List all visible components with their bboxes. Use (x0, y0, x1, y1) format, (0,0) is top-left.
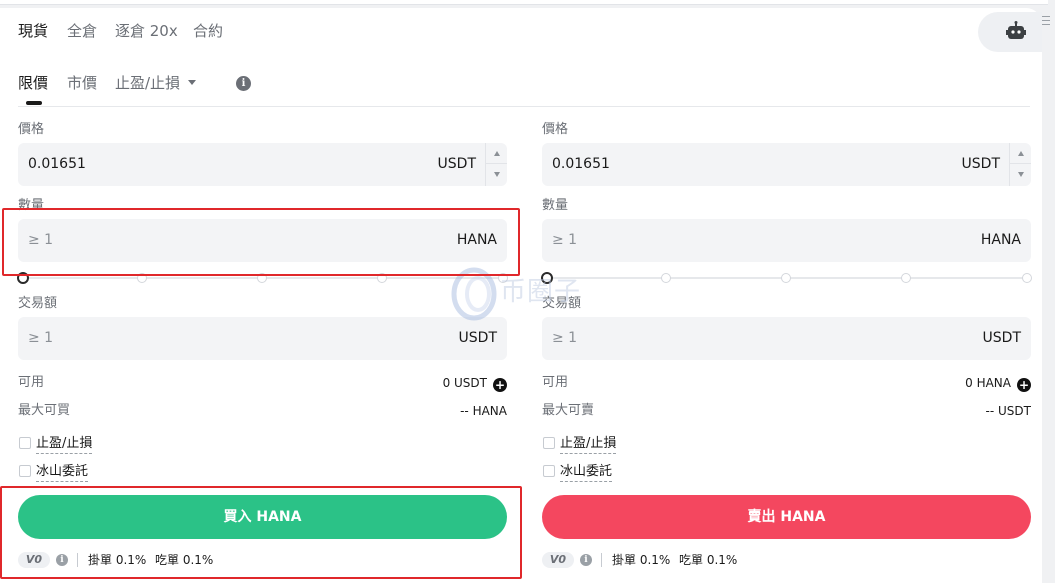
buy-max-value: -- HANA (460, 404, 507, 418)
buy-tpsl-label[interactable]: 止盈/止損 (36, 436, 93, 454)
menu-grip-icon[interactable] (1042, 16, 1050, 28)
buy-max-label: 最大可買 (18, 403, 71, 418)
sell-total-label: 交易額 (542, 296, 582, 311)
info-icon[interactable]: i (580, 554, 592, 566)
slider-mark-100[interactable] (498, 273, 508, 283)
tab-tpsl[interactable]: 止盈/止損 (115, 73, 197, 93)
sell-iceberg-checkbox[interactable] (543, 465, 555, 477)
sell-total-unit: USDT (982, 330, 1021, 346)
divider (18, 106, 1030, 107)
sell-taker-fee: 吃單 0.1% (679, 553, 738, 567)
slider-mark-50[interactable] (781, 273, 791, 283)
step-down-icon[interactable] (1010, 164, 1031, 185)
tab-futures[interactable]: 合約 (193, 21, 223, 41)
sell-max-label: 最大可賣 (542, 403, 595, 418)
step-up-icon[interactable] (486, 143, 507, 164)
buy-available-row: 0 USDT + (300, 375, 507, 392)
slider-mark-100[interactable] (1022, 273, 1032, 283)
step-down-icon[interactable] (486, 164, 507, 185)
buy-iceberg-checkbox[interactable] (19, 465, 31, 477)
sell-button[interactable]: 賣出 HANA (542, 495, 1031, 539)
buy-available-value: 0 USDT (442, 376, 487, 390)
info-icon[interactable]: i (56, 554, 68, 566)
sell-price-label: 價格 (542, 122, 569, 137)
sell-maker-fee: 掛單 0.1% (612, 553, 671, 567)
slider-mark-75[interactable] (901, 273, 911, 283)
slider-knob[interactable] (541, 272, 553, 284)
tab-tpsl-label: 止盈/止損 (115, 74, 181, 92)
divider (601, 553, 602, 567)
tab-spot[interactable]: 現貨 (18, 21, 48, 41)
info-icon[interactable]: i (236, 76, 251, 91)
buy-total-unit: USDT (458, 330, 497, 346)
plus-circle-icon[interactable]: + (493, 378, 507, 392)
divider (77, 553, 78, 567)
sell-available-row: 0 HANA + (824, 375, 1031, 392)
buy-price-label: 價格 (18, 122, 45, 137)
buy-total-label: 交易額 (18, 296, 58, 311)
robot-icon[interactable] (1006, 21, 1026, 41)
sell-price-stepper[interactable] (1009, 143, 1031, 186)
sell-qty-unit: HANA (980, 232, 1021, 248)
buy-taker-fee: 吃單 0.1% (155, 553, 214, 567)
slider-mark-75[interactable] (377, 273, 387, 283)
tab-isolated[interactable]: 逐倉 20x (115, 21, 178, 41)
active-tab-indicator (26, 101, 42, 105)
buy-qty-label: 數量 (18, 198, 45, 213)
plus-circle-icon[interactable]: + (1017, 378, 1031, 392)
slider-mark-50[interactable] (257, 273, 267, 283)
tab-limit[interactable]: 限價 (18, 73, 48, 93)
buy-button[interactable]: 買入 HANA (18, 495, 507, 539)
slider-knob[interactable] (17, 272, 29, 284)
slider-mark-25[interactable] (661, 273, 671, 283)
sell-percent-slider[interactable] (541, 272, 1033, 284)
buy-qty-placeholder: ≥ 1 (28, 232, 54, 248)
sell-iceberg-label[interactable]: 冰山委託 (560, 464, 613, 482)
buy-percent-slider[interactable] (17, 272, 509, 284)
buy-price-value: 0.01651 (28, 156, 86, 172)
sell-price-input[interactable]: 0.01651 USDT (542, 143, 1031, 186)
buy-iceberg-label[interactable]: 冰山委託 (36, 464, 89, 482)
buy-available-label: 可用 (18, 375, 45, 390)
buy-price-stepper[interactable] (485, 143, 507, 186)
chevron-down-icon (188, 80, 197, 85)
sell-price-unit: USDT (961, 156, 1000, 172)
sell-total-input[interactable]: ≥ 1 USDT (542, 317, 1031, 360)
sell-price-value: 0.01651 (552, 156, 610, 172)
buy-tpsl-checkbox[interactable] (19, 437, 31, 449)
buy-total-placeholder: ≥ 1 (28, 330, 54, 346)
sell-total-placeholder: ≥ 1 (552, 330, 578, 346)
step-up-icon[interactable] (1010, 143, 1031, 164)
vip-tier-badge[interactable]: V0 (542, 552, 574, 568)
slider-mark-25[interactable] (137, 273, 147, 283)
sell-tpsl-label[interactable]: 止盈/止損 (560, 436, 617, 454)
sell-qty-label: 數量 (542, 198, 569, 213)
sell-available-value: 0 HANA (965, 376, 1011, 390)
buy-maker-fee: 掛單 0.1% (88, 553, 147, 567)
sell-qty-input[interactable]: ≥ 1 HANA (542, 219, 1031, 262)
tab-market[interactable]: 市價 (67, 73, 97, 93)
tab-cross[interactable]: 全倉 (67, 21, 97, 41)
buy-price-input[interactable]: 0.01651 USDT (18, 143, 507, 186)
vip-tier-badge[interactable]: V0 (18, 552, 50, 568)
sell-tpsl-checkbox[interactable] (543, 437, 555, 449)
sell-max-value: -- USDT (985, 404, 1031, 418)
sell-available-label: 可用 (542, 375, 569, 390)
buy-qty-unit: HANA (456, 232, 497, 248)
buy-qty-input[interactable]: ≥ 1 HANA (18, 219, 507, 262)
buy-price-unit: USDT (437, 156, 476, 172)
sell-qty-placeholder: ≥ 1 (552, 232, 578, 248)
buy-total-input[interactable]: ≥ 1 USDT (18, 317, 507, 360)
top-strip (0, 0, 1048, 5)
